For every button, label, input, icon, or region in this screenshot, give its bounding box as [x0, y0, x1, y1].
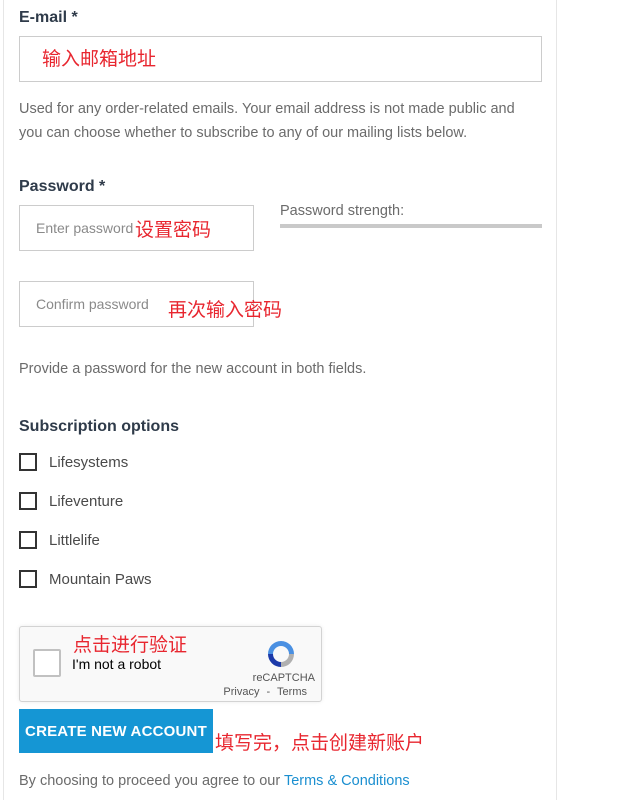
recaptcha-links: Privacy - Terms — [223, 686, 307, 698]
page-border-right — [556, 0, 557, 800]
recaptcha-privacy-link[interactable]: Privacy — [223, 686, 259, 698]
recaptcha-text: I'm not a robot — [72, 656, 162, 672]
confirm-password-placeholder: Confirm password — [36, 296, 149, 312]
checkbox[interactable] — [19, 570, 37, 588]
checkbox[interactable] — [19, 531, 37, 549]
subscription-option-lifesystems[interactable]: Lifesystems — [19, 452, 128, 472]
email-label: E-mail * — [19, 9, 78, 26]
password-strength-label: Password strength: — [280, 203, 405, 219]
recaptcha-brand: reCAPTCHA — [252, 672, 315, 684]
confirm-password-annotation: 再次输入密码 — [168, 299, 283, 321]
subscription-option-label: Mountain Paws — [49, 570, 152, 588]
recaptcha-annotation: 点击进行验证 — [73, 634, 188, 656]
recaptcha-terms-link[interactable]: Terms — [277, 686, 307, 698]
subscription-option-label: Lifeventure — [49, 492, 124, 510]
password-label: Password * — [19, 178, 106, 195]
submit-annotation: 填写完，点击创建新账户 — [215, 732, 425, 754]
email-field[interactable]: 输入邮箱地址 — [19, 36, 542, 82]
terms-conditions-link[interactable]: Terms & Conditions — [284, 773, 410, 789]
page-border-left — [3, 0, 4, 800]
password-annotation: 设置密码 — [135, 219, 212, 241]
checkbox[interactable] — [19, 492, 37, 510]
password-placeholder: Enter password — [36, 220, 134, 236]
create-account-button[interactable]: CREATE NEW ACCOUNT — [19, 709, 213, 753]
password-strength-meter — [280, 224, 542, 228]
password-help-text: Provide a password for the new account i… — [19, 361, 367, 377]
subscription-option-littlelife[interactable]: Littlelife — [19, 530, 100, 550]
subscription-options-label: Subscription options — [19, 418, 179, 435]
subscription-option-mountain-paws[interactable]: Mountain Paws — [19, 569, 152, 589]
agreement-prefix: By choosing to proceed you agree to our — [19, 773, 281, 789]
agreement-text: By choosing to proceed you agree to our … — [19, 773, 410, 789]
recaptcha-logo-icon — [268, 641, 294, 667]
subscription-option-label: Lifesystems — [49, 453, 129, 471]
subscription-option-label: Littlelife — [49, 531, 100, 549]
subscription-option-lifeventure[interactable]: Lifeventure — [19, 491, 123, 511]
recaptcha-separator: - — [266, 686, 271, 698]
checkbox[interactable] — [19, 453, 37, 471]
email-annotation: 输入邮箱地址 — [42, 48, 157, 70]
email-help-text: Used for any order-related emails. Your … — [19, 101, 515, 141]
recaptcha-checkbox[interactable] — [33, 649, 61, 677]
